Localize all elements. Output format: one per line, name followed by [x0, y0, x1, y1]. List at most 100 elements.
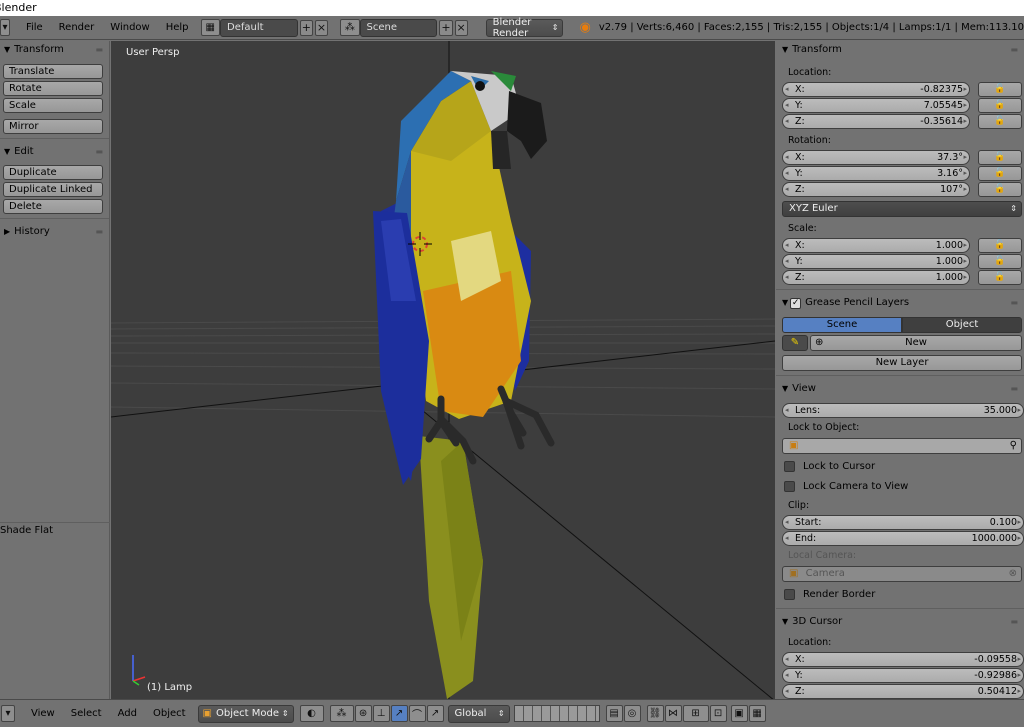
- tab-scene[interactable]: Scene: [782, 317, 902, 333]
- duplicate-linked-button[interactable]: Duplicate Linked: [3, 182, 103, 197]
- grease-pencil-section-header[interactable]: ▼ ✓ Grease Pencil Layers ▬: [776, 294, 1024, 312]
- scene-icon[interactable]: ⁂: [340, 19, 360, 36]
- lock-camera-checkbox[interactable]: [784, 480, 795, 492]
- rotation-z-field[interactable]: Z: 107°: [782, 181, 970, 197]
- translate-button[interactable]: Translate: [3, 64, 103, 79]
- render-border-checkbox[interactable]: [784, 588, 795, 600]
- lock-camera-row[interactable]: Lock Camera to View: [776, 476, 1024, 496]
- lock-object-field[interactable]: ▣ ⚲: [782, 438, 1022, 454]
- location-y-field[interactable]: Y: 7.05545: [782, 97, 970, 113]
- snap-toggle-icon[interactable]: ⛓: [646, 705, 664, 722]
- menu-add[interactable]: Add: [110, 702, 145, 726]
- location-x-field[interactable]: X: -0.82375: [782, 81, 970, 97]
- add-scene-icon[interactable]: +: [439, 19, 453, 36]
- location-z-field[interactable]: Z: -0.35614: [782, 113, 970, 129]
- panel-grip-icon[interactable]: ▬: [95, 143, 103, 161]
- menu-view[interactable]: View: [23, 702, 63, 726]
- menu-file[interactable]: File: [18, 16, 51, 40]
- render-engine-select[interactable]: Blender Render ⇕: [485, 17, 564, 39]
- panel-grip-icon[interactable]: ▬: [1010, 613, 1018, 631]
- scale-x-field[interactable]: X: 1.000: [782, 237, 970, 253]
- rotation-y-field[interactable]: Y: 3.16°: [782, 165, 970, 181]
- checkbox-checked-icon[interactable]: ✓: [790, 298, 802, 309]
- snap-element-icon[interactable]: ⋈: [664, 705, 682, 722]
- scale-manipulator-icon[interactable]: ⌒: [408, 705, 426, 722]
- panel-grip-icon[interactable]: ▬: [1010, 294, 1018, 312]
- render-border-row[interactable]: Render Border: [776, 584, 1024, 604]
- lock-rotation-x-icon[interactable]: 🔓: [978, 149, 1022, 165]
- new-grease-pencil-button[interactable]: ⊕ New: [810, 335, 1022, 351]
- scale-button[interactable]: Scale: [3, 98, 103, 113]
- proportional-edit-icon[interactable]: ◎: [623, 705, 641, 722]
- rotate-button[interactable]: Rotate: [3, 81, 103, 96]
- add-layout-icon[interactable]: +: [299, 19, 313, 36]
- scale-z-field[interactable]: Z: 1.000: [782, 269, 970, 285]
- delete-button[interactable]: Delete: [3, 199, 103, 214]
- panel-grip-icon[interactable]: ▬: [95, 41, 103, 59]
- rotate-manipulator-icon[interactable]: ↗: [390, 705, 408, 722]
- remove-layout-icon[interactable]: ×: [314, 19, 329, 36]
- mode-select[interactable]: ▣ Object Mode ⇕: [197, 704, 294, 723]
- 3d-viewport[interactable]: User Persp (1) Lamp: [111, 41, 775, 699]
- new-layer-button[interactable]: New Layer: [782, 355, 1022, 371]
- panel-grip-icon[interactable]: ▬: [1010, 380, 1018, 398]
- scene-field[interactable]: Scene: [359, 18, 438, 37]
- remove-scene-icon[interactable]: ×: [454, 19, 468, 36]
- menu-object[interactable]: Object: [145, 702, 194, 726]
- lock-scale-y-icon[interactable]: 🔓: [978, 253, 1022, 269]
- layout-grid-icon[interactable]: ▦: [200, 19, 220, 36]
- clip-end-row: End: 1000.000: [782, 530, 1024, 546]
- scale-y-field[interactable]: Y: 1.000: [782, 253, 970, 269]
- lock-rotation-z-icon[interactable]: 🔓: [978, 181, 1022, 197]
- lock-location-y-icon[interactable]: 🔓: [978, 97, 1022, 113]
- transform-icon[interactable]: ↗: [426, 705, 444, 722]
- pencil-icon[interactable]: ✎: [782, 335, 808, 351]
- duplicate-button[interactable]: Duplicate: [3, 165, 103, 180]
- transform-panel-header[interactable]: ▼ Transform ▬: [0, 41, 109, 59]
- lock-cursor-checkbox[interactable]: [784, 460, 795, 472]
- lock-layers-icon[interactable]: ▤: [605, 705, 623, 722]
- lock-location-x-icon[interactable]: 🔓: [978, 81, 1022, 97]
- cursor-x-field[interactable]: X: -0.09558: [782, 651, 1024, 667]
- viewport-shading-icon[interactable]: ◐: [299, 705, 324, 722]
- menu-window[interactable]: Window: [102, 16, 157, 40]
- layer-buttons[interactable]: [513, 705, 600, 722]
- layout-field[interactable]: Default: [220, 18, 298, 37]
- pivot-point-icon[interactable]: ⁂: [329, 705, 354, 722]
- lock-to-cursor-row[interactable]: Lock to Cursor: [776, 456, 1024, 476]
- cursor-z-field[interactable]: Z: 0.50412: [782, 683, 1024, 699]
- menu-select[interactable]: Select: [63, 702, 110, 726]
- clip-start-field[interactable]: Start: 0.100: [782, 514, 1024, 530]
- eyedropper-icon[interactable]: ⚲: [1010, 439, 1017, 453]
- lock-scale-x-icon[interactable]: 🔓: [978, 237, 1022, 253]
- render-animation-icon[interactable]: ▦: [748, 705, 766, 722]
- clip-end-field[interactable]: End: 1000.000: [782, 530, 1024, 546]
- editor-type-icon[interactable]: ▾: [0, 19, 10, 36]
- transform-section-header[interactable]: ▼ Transform ▬: [776, 41, 1024, 59]
- rotation-x-field[interactable]: X: 37.3°: [782, 149, 970, 165]
- view-section-header[interactable]: ▼ View ▬: [776, 380, 1024, 398]
- last-operator-label[interactable]: Shade Flat: [0, 525, 53, 536]
- cursor-y-field[interactable]: Y: -0.92986: [782, 667, 1024, 683]
- menu-render[interactable]: Render: [51, 16, 103, 40]
- editor-type-icon[interactable]: ▾: [1, 705, 15, 722]
- tab-object[interactable]: Object: [902, 317, 1022, 333]
- rotation-mode-select[interactable]: XYZ Euler ⇕: [782, 201, 1022, 217]
- lock-rotation-y-icon[interactable]: 🔓: [978, 165, 1022, 181]
- panel-grip-icon[interactable]: ▬: [1010, 41, 1018, 59]
- snap-align-icon[interactable]: ⊡: [709, 705, 727, 722]
- manipulator-toggle-icon[interactable]: ⊛: [354, 705, 372, 722]
- orientation-select[interactable]: Global ⇕: [447, 704, 510, 723]
- 3d-cursor-section-header[interactable]: ▼ 3D Cursor ▬: [776, 613, 1024, 631]
- mirror-button[interactable]: Mirror: [3, 119, 103, 134]
- lock-scale-z-icon[interactable]: 🔓: [978, 269, 1022, 285]
- edit-panel-header[interactable]: ▼ Edit ▬: [0, 143, 109, 161]
- menu-help[interactable]: Help: [158, 16, 197, 40]
- panel-grip-icon[interactable]: ▬: [95, 223, 103, 241]
- snap-target-icon[interactable]: ⊞: [682, 705, 709, 722]
- lens-field[interactable]: Lens: 35.000: [782, 402, 1024, 418]
- translate-manipulator-icon[interactable]: ⊥: [372, 705, 390, 722]
- render-camera-icon[interactable]: ▣: [730, 705, 748, 722]
- lock-location-z-icon[interactable]: 🔓: [978, 113, 1022, 129]
- history-panel-header[interactable]: ▶ History ▬: [0, 223, 109, 241]
